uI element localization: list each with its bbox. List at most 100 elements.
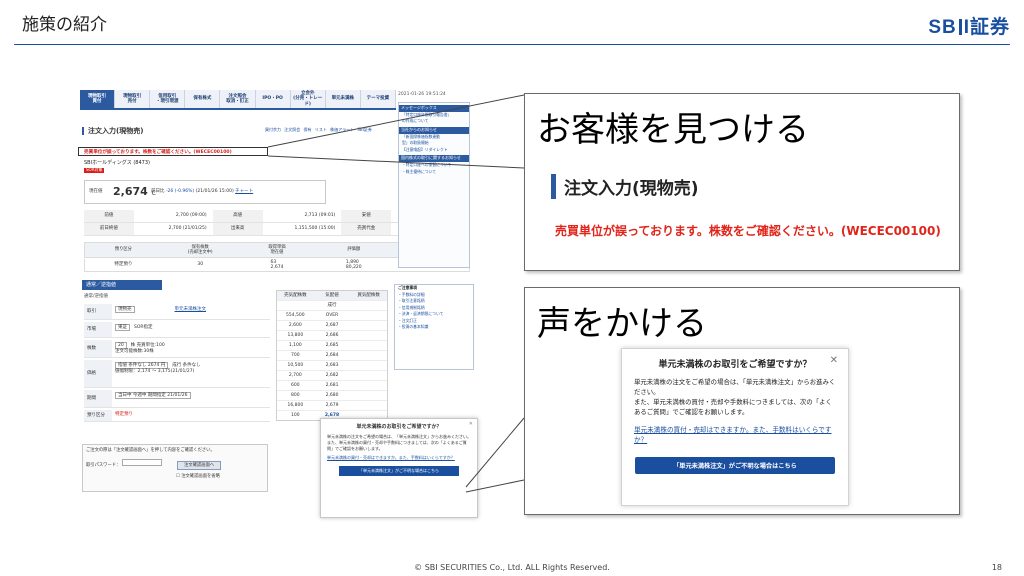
nav-tab[interactable]: IPO・PO xyxy=(255,90,291,108)
form-input[interactable]: 現物売 xyxy=(115,306,135,314)
board-row[interactable]: 16,800 2,679 xyxy=(277,400,387,410)
slide-title: 施策の紹介 xyxy=(22,15,107,35)
form-input[interactable]: 東証 xyxy=(115,324,130,332)
board-cell: 100 xyxy=(291,412,300,418)
chart-link[interactable]: チャート xyxy=(235,189,253,194)
board-cell: 2,685 xyxy=(325,342,339,348)
quote-label: 前値 xyxy=(84,210,134,222)
board-row[interactable]: 800 2,680 xyxy=(277,390,387,400)
side-panel-link[interactable]: ・投資の基本知識 xyxy=(395,324,473,331)
nav-tab[interactable]: 保有株式 xyxy=(185,90,221,108)
board-row[interactable]: 700 2,684 xyxy=(277,350,387,360)
board-cell: 1,100 xyxy=(288,342,302,348)
board-cell xyxy=(350,401,387,410)
holdings-column-header: 預り区分 xyxy=(114,247,132,253)
board-cell: 600 xyxy=(291,382,300,388)
company-name: SBIホールディングス (8473) xyxy=(84,160,150,166)
odd-lot-order-link[interactable]: 単元未満株注文 xyxy=(175,307,207,312)
nav-tab[interactable]: 現物取引 買付 xyxy=(80,90,116,108)
board-cell: 成行 xyxy=(327,302,337,308)
board-row[interactable]: 成行 xyxy=(277,300,387,310)
holdings-cell: 63 2,674 xyxy=(270,259,284,270)
nav-tab[interactable]: 注文照会 取消・訂正 xyxy=(220,90,256,108)
quote-label: 前日終値 xyxy=(84,223,134,235)
order-form-row: 株数 20 株 売買単位:100 注文可能株数:30株 xyxy=(84,340,270,358)
board-column-header: 売気配株数 xyxy=(284,292,307,298)
board-cell xyxy=(350,331,387,340)
form-value: 現物売 単元未満株注文 xyxy=(112,304,270,319)
current-price: 2,674 C xyxy=(113,185,156,198)
form-label: 期間 xyxy=(84,390,112,407)
form-label: 市場 xyxy=(84,322,112,337)
password-box: ご注文の際は「注文確認画面へ」を押して内容をご確認ください。 取引パスワード： … xyxy=(82,444,268,492)
nav-tab[interactable]: 信用取引 ・現引現渡 xyxy=(150,90,186,108)
nav-tab[interactable]: 立会外 (分売・トレード) xyxy=(290,90,326,108)
form-input[interactable]: 特定預り xyxy=(115,412,133,417)
close-icon[interactable]: ✕ xyxy=(469,421,473,427)
page-number: 18 xyxy=(991,563,1002,572)
quote-value: 2,700 (21/01/25) xyxy=(168,226,207,232)
close-icon[interactable]: ✕ xyxy=(830,355,838,366)
order-heading: 注文入力(現物売) xyxy=(82,127,143,136)
quote-label: 売買代金 xyxy=(341,223,392,235)
quote-label: 高値 xyxy=(212,210,263,222)
board-cell: 800 xyxy=(291,392,300,398)
board-cell: 2,684 xyxy=(325,352,339,358)
nav-tab[interactable]: テーマ投資 xyxy=(360,90,396,108)
nav-tab[interactable]: 現物取引 売付 xyxy=(115,90,151,108)
form-label: 株数 xyxy=(84,340,112,357)
skip-confirm-checkbox[interactable]: ☐ 注文確認画面を省略 xyxy=(176,474,264,479)
side-panel-link[interactable]: の作成について xyxy=(399,118,469,125)
caution-panel: ご注意事項 ・手数料の詳細 ・取引注意銘柄 ・信用規制銘柄 ・決済・返済期限について・… xyxy=(394,284,474,370)
board-row[interactable]: 600 2,681 xyxy=(277,380,387,390)
form-label: 預り区分 xyxy=(84,410,112,421)
copyright: © SBI SECURITIES Co., Ltd. ALL Rights Re… xyxy=(414,563,610,572)
form-label: 取引 xyxy=(84,304,112,319)
board-cell: 700 xyxy=(291,352,300,358)
board-row[interactable]: 10,500 2,683 xyxy=(277,360,387,370)
board-cell: 10,500 xyxy=(287,362,304,368)
board-cell xyxy=(350,391,387,400)
quote-value: 2,700 (09:00) xyxy=(175,213,207,219)
board-cell: 2,683 xyxy=(325,362,339,368)
callout-speak-text: 声をかける xyxy=(537,304,707,344)
board-cell xyxy=(350,301,387,310)
faq-link[interactable]: 単元未満株の買付・売却はできますか。また、手数料はいくらですか？ xyxy=(634,426,836,446)
holdings-column-header: 評価額 xyxy=(347,247,361,253)
form-value: 20 株 売買単位:100 注文可能株数:30株 xyxy=(112,340,270,357)
board-header: 売気配株数 気配値 買気配株数 xyxy=(277,291,387,300)
quote-value: 1,151,500 (15:00) xyxy=(294,226,336,232)
tab-normal-order[interactable]: 通常／逆指値 xyxy=(82,280,162,290)
nav-tab[interactable]: 単元未満株 xyxy=(325,90,361,108)
timestamp: 2021-01-26 19:51:24 xyxy=(398,92,446,97)
holdings-cell: 1,890 80,220 xyxy=(345,259,362,270)
notice-title: 当社からのお知らせ xyxy=(399,126,469,134)
zoom-order-heading: 注文入力(現物売) xyxy=(551,174,699,199)
side-panel-link[interactable]: ・株主優待について xyxy=(399,169,469,176)
board-row[interactable]: 2,700 2,682 xyxy=(277,370,387,380)
board-cell: 554,500 xyxy=(286,312,305,318)
form-label: 価格 xyxy=(84,360,112,387)
board-row[interactable]: 554,500 OVER xyxy=(277,310,387,320)
board-row[interactable]: 13,800 2,686 xyxy=(277,330,387,340)
price-label: 現在値 xyxy=(89,189,103,194)
form-input[interactable]: 当日中 今週中 期間指定 21/01/26 xyxy=(115,392,191,400)
callout-speak: 声をかける ✕ 単元未満株のお取引をご希望ですか？ 単元未満株の注文をご希望の場… xyxy=(524,287,960,515)
odd-lot-popup: ✕ 単元未満株のお取引をご希望ですか？ 単元未満株の注文をご希望の場合は、「単元… xyxy=(621,348,849,506)
confirm-order-button[interactable]: 注文確認画面へ xyxy=(177,461,222,471)
heading-links[interactable]: 買付余力 注文照会 保有 リスト 株価アラート SBI証券 xyxy=(265,127,372,133)
board-cell: 2,679 xyxy=(325,402,339,408)
board-row[interactable]: 1,100 2,685 xyxy=(277,340,387,350)
sor-badge: SOR対象 xyxy=(84,167,105,173)
order-form-row: 預り区分 特定預り xyxy=(84,410,270,422)
form-note: 注文可能株数:30株 xyxy=(115,349,154,355)
password-input[interactable] xyxy=(121,459,162,467)
board-cell xyxy=(277,301,314,310)
odd-lot-help-button[interactable]: 「単元未満株注文」がご不明な場合はこちら xyxy=(339,466,459,476)
board-cell: 2,682 xyxy=(325,372,339,378)
faq-link[interactable]: 単元未満株の買付・売却はできますか。また、手数料はいくらですか？ xyxy=(327,455,471,461)
odd-lot-help-button[interactable]: 「単元未満株注文」がご不明な場合はこちら xyxy=(635,457,835,475)
board-row[interactable]: 2,600 2,687 xyxy=(277,320,387,330)
side-panel-link[interactable]: 【注意喚起】リダイレクト xyxy=(399,147,469,154)
order-board: 売気配株数 気配値 買気配株数 成行 554,500 OVER 2,600 2,687 13,8… xyxy=(276,290,388,421)
